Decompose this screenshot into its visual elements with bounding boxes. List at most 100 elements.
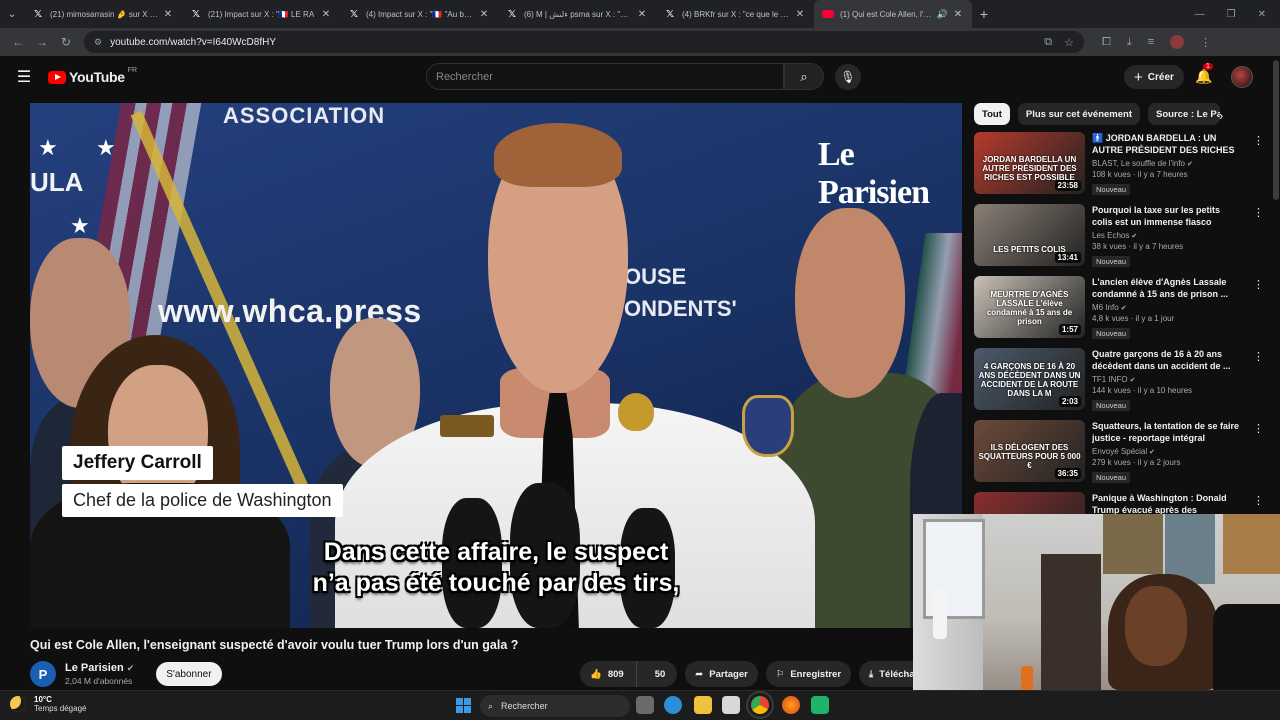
window-controls: — ❐ ✕ [1195, 9, 1280, 20]
media-control-icon[interactable]: ≡ [1148, 36, 1154, 48]
channel-name[interactable]: Le Parisien [65, 662, 124, 674]
recommendation-channel[interactable]: M6 Info [1092, 303, 1119, 312]
file-explorer-icon[interactable] [694, 696, 712, 714]
backdrop-house-text: OUSE ONDENTS' [624, 261, 737, 325]
recommendation-title[interactable]: Quatre garçons de 16 à 20 ans décèdent d… [1092, 348, 1240, 372]
chip-event[interactable]: Plus sur cet événement [1017, 103, 1141, 125]
close-tab-icon[interactable]: ✕ [636, 9, 648, 20]
firefox-icon[interactable] [782, 696, 800, 714]
chevron-right-icon[interactable]: › [1219, 108, 1223, 123]
video-player[interactable]: ★ ★ ★ ASSOCIATION ULA www.whca.press OUS… [30, 103, 962, 628]
tab-title: (21) mimosarrasin 🤌 sur X : "C [50, 9, 158, 19]
browser-tab[interactable]: 𝕏 (21) Impact sur X : "🇫🇷 LE RA ✕ [182, 0, 340, 28]
browser-tab[interactable]: 𝕏 (4) Impact sur X : "🇫🇷 "Au bout d ✕ [340, 0, 498, 28]
more-options-icon[interactable]: ⋮ [1253, 206, 1264, 219]
video-thumbnail[interactable]: ILS DÉLOGENT DES SQUATTEURS POUR 5 000 €… [974, 420, 1085, 482]
tab-search-icon[interactable]: ⌄ [0, 0, 24, 28]
weather-widget[interactable]: 10°C Temps dégagé [10, 695, 86, 713]
recommendation-card[interactable]: 4 GARÇONS DE 16 À 20 ANS DÉCÈDENT DANS U… [974, 348, 1264, 414]
save-button[interactable]: ⚐ Enregistrer [765, 661, 852, 687]
like-button[interactable]: 👍 809 [580, 661, 637, 687]
youtube-logo[interactable]: YouTube FR [48, 67, 137, 85]
site-info-icon[interactable]: ⚙ [94, 37, 102, 48]
recommendation-title[interactable]: 🚹 JORDAN BARDELLA : UN AUTRE PRÉSIDENT D… [1092, 132, 1240, 156]
new-tab-button[interactable]: + [972, 6, 996, 22]
recommendation-card[interactable]: MEURTRE D'AGNÈS LASSALE L'élève condamné… [974, 276, 1264, 342]
more-options-icon[interactable]: ⋮ [1253, 422, 1264, 435]
recommendation-channel[interactable]: TF1 INFO [1092, 375, 1128, 384]
notifications-button[interactable]: 🔔 1 [1195, 63, 1213, 85]
weather-condition: Temps dégagé [34, 704, 87, 713]
browser-menu-icon[interactable]: ⋮ [1200, 36, 1211, 49]
recommendation-card[interactable]: LES PETITS COLIS 13:41 Pourquoi la taxe su… [974, 204, 1264, 270]
gaming-chair [1213, 604, 1280, 690]
extensions-icon[interactable]: ⧠ [1102, 36, 1111, 49]
recommendation-card[interactable]: Panique à Washington : Donald Trump évac… [974, 492, 1264, 514]
profile-avatar[interactable] [1170, 35, 1185, 49]
video-thumbnail[interactable]: JORDAN BARDELLA UN AUTRE PRÉSIDENT DES R… [974, 132, 1085, 194]
speaker-icon[interactable]: 🔊 [937, 9, 948, 20]
chip-source[interactable]: Source : Le Parisien [1148, 103, 1221, 125]
more-options-icon[interactable]: ⋮ [1253, 350, 1264, 363]
microphone-icon: 🎙 [840, 70, 856, 84]
browser-tab[interactable]: 𝕏 (6) M | ‏ءلىش psma sur X : "Mais c ✕ [498, 0, 656, 28]
taskbar-search[interactable]: ⌕ Rechercher [480, 695, 630, 717]
search-button[interactable]: ⌕ [784, 63, 824, 90]
more-options-icon[interactable]: ⋮ [1253, 278, 1264, 291]
recommendation-channel[interactable]: Envoyé Spécial [1092, 447, 1147, 456]
store-icon[interactable] [722, 696, 740, 714]
close-tab-icon[interactable]: ✕ [320, 9, 332, 20]
video-thumbnail[interactable] [974, 492, 1085, 514]
notification-badge: 1 [1203, 63, 1213, 70]
create-button[interactable]: + Créer [1124, 65, 1184, 89]
video-thumbnail[interactable]: 4 GARÇONS DE 16 À 20 ANS DÉCÈDENT DANS U… [974, 348, 1085, 410]
chip-all[interactable]: Tout [974, 103, 1010, 125]
close-tab-icon[interactable]: ✕ [162, 9, 174, 20]
voice-search-button[interactable]: 🎙 [835, 64, 861, 90]
install-app-icon[interactable]: ⧉ [1044, 36, 1052, 49]
reload-icon[interactable]: ↻ [54, 35, 78, 49]
video-thumbnail[interactable]: MEURTRE D'AGNÈS LASSALE L'élève condamné… [974, 276, 1085, 338]
edge-icon[interactable] [664, 696, 682, 714]
dislike-button[interactable]: 50 [643, 669, 678, 680]
video-thumbnail[interactable]: LES PETITS COLIS 13:41 [974, 204, 1085, 266]
share-button[interactable]: ➦ Partager [685, 661, 758, 687]
chrome-icon[interactable] [746, 691, 774, 719]
recommendation-title[interactable]: L'ancien élève d'Agnès Lassale condamné … [1092, 276, 1240, 300]
more-options-icon[interactable]: ⋮ [1253, 494, 1264, 507]
close-tab-icon[interactable]: ✕ [952, 9, 964, 20]
recommendation-title[interactable]: Squatteurs, la tentation de se faire jus… [1092, 420, 1240, 444]
close-window-icon[interactable]: ✕ [1258, 9, 1266, 20]
browser-tab-active[interactable]: (1) Qui est Cole Allen, l'ense 🔊 ✕ [814, 0, 972, 28]
recommendation-title[interactable]: Panique à Washington : Donald Trump évac… [1092, 492, 1240, 514]
more-options-icon[interactable]: ⋮ [1253, 134, 1264, 147]
search-input[interactable]: Rechercher [426, 63, 784, 90]
browser-tab[interactable]: 𝕏 (4) BRKfr sur X : "ce que le ma ✕ [656, 0, 814, 28]
page-scrollbar[interactable] [1273, 60, 1279, 200]
maximize-icon[interactable]: ❐ [1227, 9, 1236, 20]
recommendation-channel[interactable]: Les Echos [1092, 231, 1129, 240]
recommendation-card[interactable]: ILS DÉLOGENT DES SQUATTEURS POUR 5 000 €… [974, 420, 1264, 486]
recommendation-channel[interactable]: BLAST, Le souffle de l'info [1092, 159, 1185, 168]
app-icon[interactable] [811, 696, 829, 714]
moon-icon [10, 696, 26, 712]
task-view-icon[interactable] [636, 696, 654, 714]
recommendation-title[interactable]: Pourquoi la taxe sur les petits colis es… [1092, 204, 1240, 228]
browser-tab[interactable]: 𝕏 (21) mimosarrasin 🤌 sur X : "C ✕ [24, 0, 182, 28]
menu-icon[interactable]: ☰ [0, 67, 48, 87]
close-tab-icon[interactable]: ✕ [794, 9, 806, 20]
recommendation-card[interactable]: JORDAN BARDELLA UN AUTRE PRÉSIDENT DES R… [974, 132, 1264, 198]
bookmark-star-icon[interactable]: ☆ [1064, 36, 1074, 49]
windows-start-icon[interactable] [456, 698, 471, 713]
forward-icon[interactable]: → [30, 35, 54, 49]
channel-avatar[interactable]: P [30, 661, 56, 687]
account-avatar[interactable] [1231, 66, 1253, 88]
back-icon[interactable]: ← [6, 35, 30, 49]
close-tab-icon[interactable]: ✕ [478, 9, 490, 20]
minimize-icon[interactable]: — [1195, 9, 1205, 20]
download-icon[interactable]: ⤓ [1127, 36, 1132, 49]
police-badge [618, 393, 654, 431]
subscribe-button[interactable]: S'abonner [156, 662, 222, 686]
address-bar[interactable]: ⚙ youtube.com/watch?v=I640WcD8fHY ⧉ ☆ [84, 31, 1084, 53]
bookmark-icon: ⚐ [775, 668, 785, 680]
